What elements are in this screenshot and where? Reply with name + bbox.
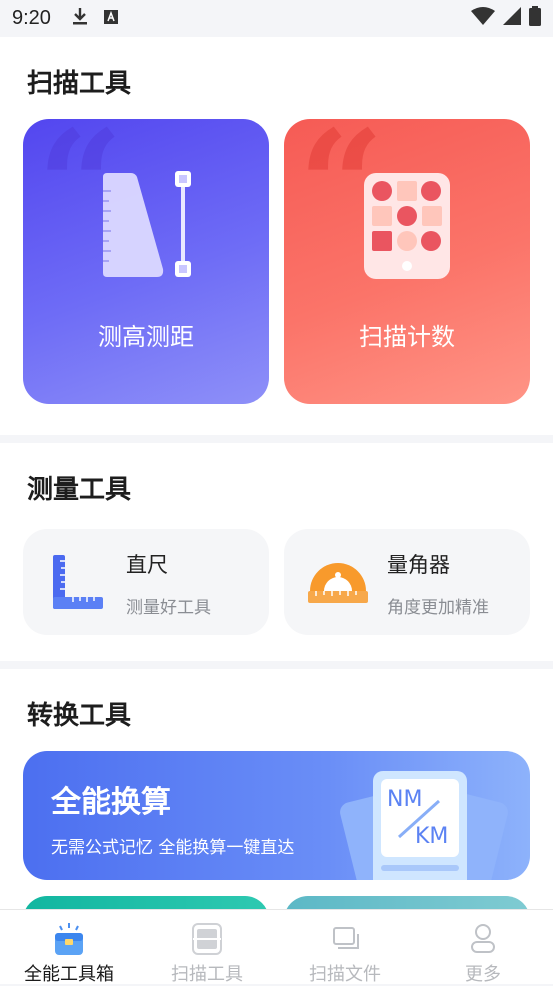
- convert-tools-section: 转换工具 NM KM 全能换算 无需公式记忆 全能换算一键直达: [0, 669, 553, 909]
- scan-tools-section: 扫描工具 “ 测高测距 “ 扫描计数: [0, 37, 553, 435]
- scan-icon: [192, 923, 222, 955]
- tab-more[interactable]: 更多: [414, 910, 552, 985]
- ruler-subtitle: 测量好工具: [126, 598, 211, 618]
- folder-icon: [333, 927, 359, 949]
- download-icon: [71, 6, 89, 31]
- section-title-measure: 测量工具: [27, 475, 132, 505]
- signal-icon: [503, 7, 521, 30]
- bottom-tab-bar: 全能工具箱 扫描工具 扫描文件 更多: [0, 909, 553, 985]
- next-card-right[interactable]: [284, 896, 530, 909]
- unit-label-bottom: KM: [415, 824, 449, 849]
- scan-count-card[interactable]: “ 扫描计数: [284, 119, 530, 404]
- height-distance-label: 测高测距: [98, 323, 194, 351]
- banner-subtitle: 无需公式记忆 全能换算一键直达: [51, 838, 295, 858]
- toolbox-icon: [55, 923, 83, 955]
- count-grid-icon: [364, 173, 450, 279]
- protractor-icon: [308, 563, 368, 603]
- scan-count-label: 扫描计数: [359, 323, 455, 351]
- tab-scan-tools[interactable]: 扫描工具: [138, 910, 276, 985]
- protractor-subtitle: 角度更加精准: [387, 598, 489, 618]
- protractor-card[interactable]: 量角器 角度更加精准: [284, 529, 530, 635]
- status-time: 9:20: [12, 7, 51, 29]
- text-a-icon: [103, 8, 119, 30]
- protractor-title: 量角器: [387, 553, 450, 577]
- status-bar: 9:20: [0, 0, 553, 37]
- wifi-icon: [471, 7, 495, 30]
- next-card-left[interactable]: [23, 896, 269, 909]
- universal-conversion-banner[interactable]: NM KM 全能换算 无需公式记忆 全能换算一键直达: [23, 751, 530, 880]
- conversion-card-illustration: [340, 771, 508, 880]
- measure-tools-section: 测量工具 直尺 测量好工具 量角器 角度更加精准: [0, 443, 553, 661]
- ruler-title: 直尺: [126, 553, 168, 577]
- tab-label: 全能工具箱: [24, 964, 114, 985]
- section-title-scan: 扫描工具: [27, 69, 132, 99]
- tab-label: 扫描文件: [309, 964, 381, 985]
- user-icon: [471, 924, 495, 953]
- ruler-icon: [53, 555, 103, 609]
- height-distance-icon: [103, 171, 191, 277]
- banner-title: 全能换算: [51, 785, 171, 820]
- tab-toolbox[interactable]: 全能工具箱: [0, 910, 138, 985]
- unit-label-top: NM: [387, 787, 423, 812]
- tab-label: 更多: [465, 964, 501, 985]
- tab-label: 扫描工具: [171, 964, 243, 985]
- height-distance-card[interactable]: “ 测高测距: [23, 119, 269, 404]
- ruler-card[interactable]: 直尺 测量好工具: [23, 529, 269, 635]
- section-title-convert: 转换工具: [27, 701, 132, 731]
- battery-icon: [529, 6, 541, 31]
- tab-scan-files[interactable]: 扫描文件: [276, 910, 414, 985]
